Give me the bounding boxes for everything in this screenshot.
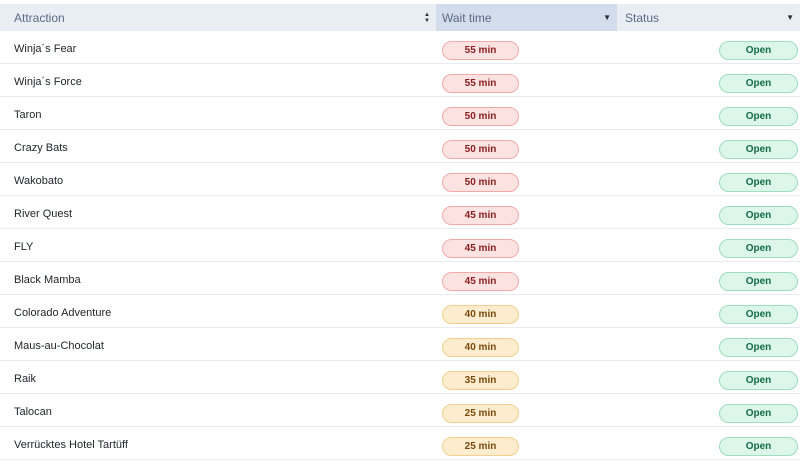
wait-time-cell: 40 min (436, 332, 617, 357)
status-badge: Open (719, 304, 798, 324)
wait-time-badge: 45 min (442, 238, 519, 258)
table-row[interactable]: River Quest 45 min Open (0, 196, 800, 229)
column-header-attraction[interactable]: Attraction ▲ ▼ (0, 4, 436, 31)
attraction-name: Raik (14, 373, 37, 385)
status-cell: Open (617, 431, 800, 456)
status-cell: Open (617, 266, 800, 291)
wait-time-badge: 55 min (442, 40, 519, 60)
wait-time-badge: 25 min (442, 436, 519, 456)
status-badge: Open (719, 40, 798, 60)
attraction-name: Crazy Bats (14, 142, 68, 154)
wait-time-cell: 45 min (436, 233, 617, 258)
attraction-name: FLY (14, 241, 34, 253)
status-cell: Open (617, 365, 800, 390)
wait-time-cell: 50 min (436, 167, 617, 192)
status-badge: Open (719, 238, 798, 258)
table-row[interactable]: Verrücktes Hotel Tartüff 25 min Open (0, 427, 800, 460)
wait-time-badge: 40 min (442, 304, 519, 324)
column-header-status[interactable]: Status ▼ (617, 4, 800, 31)
wait-time-badge: 50 min (442, 172, 519, 192)
column-header-label: Status (625, 10, 660, 25)
attraction-name: River Quest (14, 208, 73, 220)
column-header-wait-time[interactable]: Wait time ▼ (436, 4, 617, 31)
status-cell: Open (617, 233, 800, 258)
attraction-name: Winja´s Force (14, 76, 82, 88)
table-row[interactable]: Winja´s Fear 55 min Open (0, 31, 800, 64)
table-row[interactable]: FLY 45 min Open (0, 229, 800, 262)
table-row[interactable]: Black Mamba 45 min Open (0, 262, 800, 295)
table-row[interactable]: Raik 35 min Open (0, 361, 800, 394)
sort-both-icon: ▲ ▼ (424, 11, 430, 24)
wait-time-badge: 40 min (442, 337, 519, 357)
status-badge: Open (719, 172, 798, 192)
wait-time-badge: 35 min (442, 370, 519, 390)
status-badge: Open (719, 403, 798, 423)
attraction-name: Maus-au-Chocolat (14, 340, 104, 352)
sort-desc-icon: ▼ (786, 12, 794, 22)
wait-time-cell: 50 min (436, 101, 617, 126)
table-row[interactable]: Crazy Bats 50 min Open (0, 130, 800, 163)
table-row[interactable]: Maus-au-Chocolat 40 min Open (0, 328, 800, 361)
status-cell: Open (617, 332, 800, 357)
wait-time-cell: 25 min (436, 398, 617, 423)
column-header-label: Attraction (14, 10, 65, 25)
table-row[interactable]: Wakobato 50 min Open (0, 163, 800, 196)
wait-time-badge: 55 min (442, 73, 519, 93)
table-row[interactable]: Taron 50 min Open (0, 97, 800, 130)
status-badge: Open (719, 205, 798, 225)
table-body: Winja´s Fear 55 min Open Winja´s Force 55 mi… (0, 31, 800, 460)
attraction-name: Black Mamba (14, 274, 81, 286)
wait-time-cell: 35 min (436, 365, 617, 390)
attraction-name: Talocan (14, 406, 52, 418)
wait-time-cell: 45 min (436, 266, 617, 291)
status-badge: Open (719, 73, 798, 93)
status-cell: Open (617, 167, 800, 192)
attraction-name: Verrücktes Hotel Tartüff (14, 439, 128, 451)
attraction-name: Winja´s Fear (14, 43, 77, 55)
column-header-label: Wait time (442, 10, 492, 25)
status-badge: Open (719, 139, 798, 159)
wait-time-badge: 25 min (442, 403, 519, 423)
wait-time-badge: 50 min (442, 139, 519, 159)
status-badge: Open (719, 436, 798, 456)
status-cell: Open (617, 299, 800, 324)
table-row[interactable]: Colorado Adventure 40 min Open (0, 295, 800, 328)
status-badge: Open (719, 271, 798, 291)
wait-time-badge: 45 min (442, 271, 519, 291)
wait-time-cell: 55 min (436, 68, 617, 93)
attraction-name: Taron (14, 109, 42, 121)
wait-time-cell: 50 min (436, 134, 617, 159)
status-badge: Open (719, 337, 798, 357)
status-cell: Open (617, 398, 800, 423)
wait-time-badge: 50 min (442, 106, 519, 126)
status-badge: Open (719, 106, 798, 126)
wait-time-badge: 45 min (442, 205, 519, 225)
status-cell: Open (617, 68, 800, 93)
attraction-name: Colorado Adventure (14, 307, 112, 319)
status-badge: Open (719, 370, 798, 390)
table-header: Attraction ▲ ▼ Wait time ▼ Status ▼ (0, 4, 800, 31)
attraction-name: Wakobato (14, 175, 64, 187)
status-cell: Open (617, 200, 800, 225)
sort-desc-icon: ▼ (603, 12, 611, 22)
status-cell: Open (617, 101, 800, 126)
table-row[interactable]: Talocan 25 min Open (0, 394, 800, 427)
wait-times-table: Attraction ▲ ▼ Wait time ▼ Status ▼ Winja… (0, 4, 800, 468)
status-cell: Open (617, 35, 800, 60)
wait-time-cell: 25 min (436, 431, 617, 456)
wait-time-cell: 45 min (436, 200, 617, 225)
wait-time-cell: 40 min (436, 299, 617, 324)
status-cell: Open (617, 134, 800, 159)
table-row[interactable]: Winja´s Force 55 min Open (0, 64, 800, 97)
wait-time-cell: 55 min (436, 35, 617, 60)
